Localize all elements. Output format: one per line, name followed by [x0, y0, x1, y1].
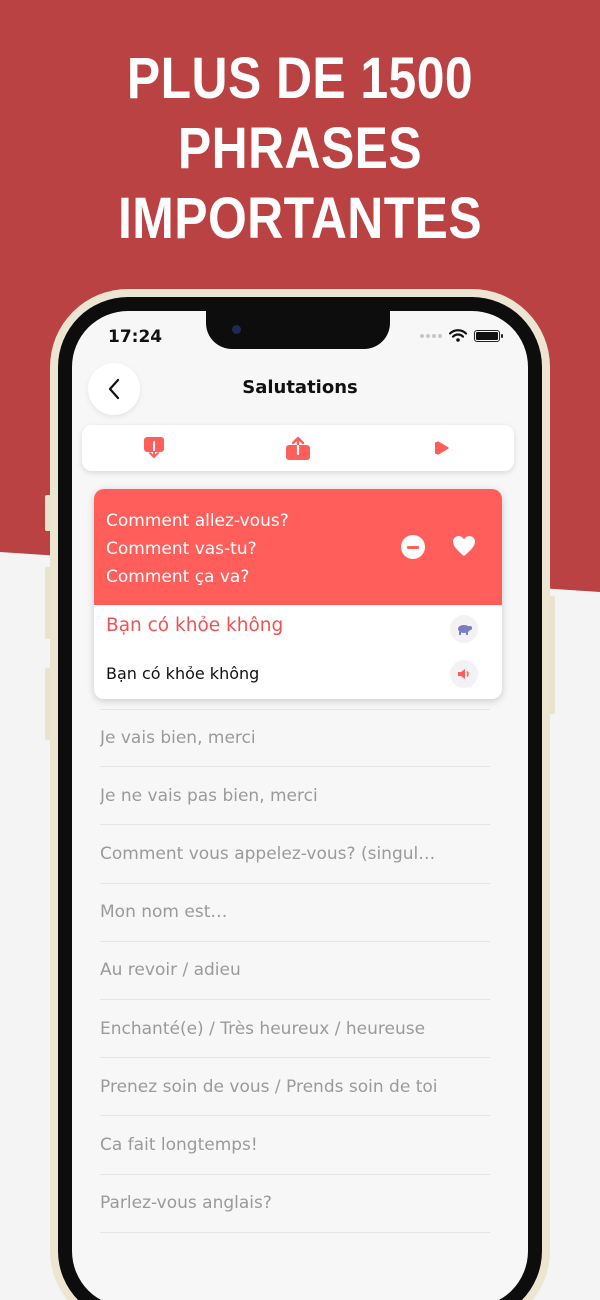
phrase-translation: Bạn có khỏe không — [106, 664, 260, 683]
phrase-french-line-2: Comment vas-tu? — [106, 539, 257, 559]
list-item-label: Prenez soin de vous / Prends soin de toi — [100, 1076, 438, 1097]
headline-line-1: PLUS DE 1500 — [126, 46, 474, 111]
list-item[interactable]: Je vais bien, merci — [100, 709, 490, 768]
list-item-label: Mon nom est… — [100, 902, 228, 923]
phrase-french-line-3: Comment ça va? — [106, 567, 250, 587]
selected-phrase-card[interactable]: Comment allez-vous? Comment vas-tu? Comm… — [94, 489, 502, 699]
notch — [206, 311, 390, 349]
battery-icon — [474, 329, 503, 342]
list-item-label: Comment vous appelez-vous? (singul… — [100, 843, 436, 864]
list-item[interactable]: Prenez soin de vous / Prends soin de toi — [100, 1058, 490, 1117]
share-button[interactable] — [268, 428, 328, 468]
phrase-french-line-1: Comment allez-vous? — [106, 511, 289, 531]
headline: PLUS DE 1500 PHRASES IMPORTANTES — [42, 44, 558, 254]
list-item[interactable]: Enchanté(e) / Très heureux / heureuse — [100, 1000, 490, 1059]
list-item[interactable]: Comment vous appelez-vous? (singul… — [100, 825, 490, 884]
favorite-button[interactable] — [452, 535, 478, 559]
list-item-label: Parlez-vous anglais? — [100, 1193, 272, 1214]
download-button[interactable] — [124, 428, 184, 468]
list-item[interactable]: Ca fait longtemps! — [100, 1116, 490, 1175]
list-item[interactable]: Au revoir / adieu — [100, 942, 490, 1000]
phrase-list: Je vais bien, merci Je ne vais pas bien,… — [100, 709, 490, 1233]
app-screen: 17:24 Salutations Comment allez-vous? Co… — [72, 311, 528, 1300]
list-item-label: Au revoir / adieu — [100, 960, 241, 981]
phone-frame: 17:24 Salutations Comment allez-vous? Co… — [50, 289, 550, 1300]
front-camera — [232, 325, 241, 334]
slow-playback-icon — [458, 625, 472, 635]
slow-playback-button[interactable] — [450, 615, 478, 643]
phrase-transliteration: Bạn có khỏe không — [106, 615, 284, 636]
heart-icon — [453, 536, 475, 556]
list-item-label: Je ne vais pas bien, merci — [100, 785, 318, 806]
phone-bezel: 17:24 Salutations Comment allez-vous? Co… — [58, 297, 542, 1300]
cellular-icon — [420, 333, 442, 338]
list-item[interactable]: Je ne vais pas bien, merci — [100, 767, 490, 826]
list-item-label: Enchanté(e) / Très heureux / heureuse — [100, 1018, 426, 1039]
speak-button[interactable] — [450, 660, 478, 688]
phrase-header: Comment allez-vous? Comment vas-tu? Comm… — [94, 489, 502, 605]
headline-line-3: IMPORTANTES — [117, 186, 483, 251]
list-item[interactable]: Mon nom est… — [100, 884, 490, 942]
remove-icon[interactable] — [401, 535, 425, 559]
list-item-label: Ca fait longtemps! — [100, 1134, 258, 1155]
play-icon — [435, 441, 449, 455]
status-time: 17:24 — [108, 327, 163, 347]
speaker-icon — [458, 669, 469, 679]
status-icons — [420, 329, 503, 342]
download-icon — [144, 437, 164, 458]
wifi-icon — [449, 329, 467, 342]
list-item[interactable]: Parlez-vous anglais? — [100, 1175, 490, 1233]
share-icon — [286, 436, 310, 460]
toolbar — [82, 425, 514, 471]
list-item-label: Je vais bien, merci — [100, 728, 256, 749]
page-title: Salutations — [242, 377, 358, 398]
play-button[interactable] — [412, 428, 472, 468]
headline-line-2: PHRASES — [177, 116, 423, 181]
